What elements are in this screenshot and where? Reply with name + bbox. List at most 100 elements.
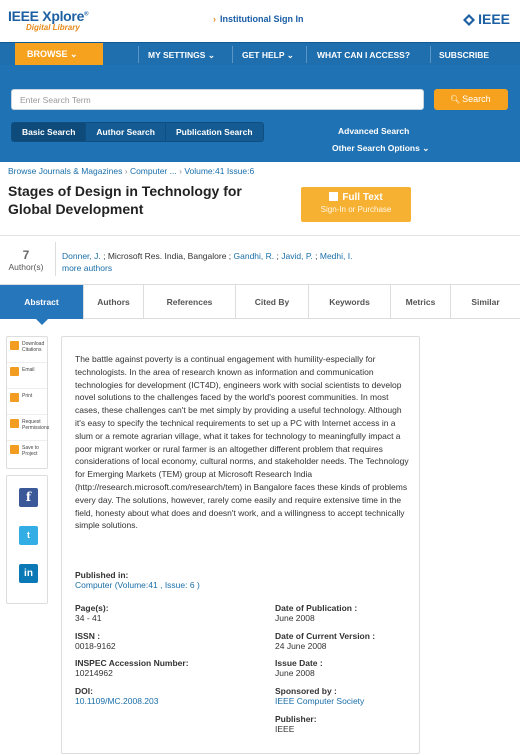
publisher-value: IEEE (275, 724, 295, 734)
author-separator: ; (312, 251, 320, 261)
logo-main-text: IEEE Xplore (8, 8, 85, 24)
author-link[interactable]: Medhi, I. (320, 251, 353, 261)
doi-label: DOI: (75, 686, 93, 696)
search-button[interactable]: 🔍︎ Search (434, 89, 508, 110)
volume-link[interactable]: (Volume:41 , (115, 580, 163, 590)
nav-my-settings[interactable]: MY SETTINGS ⌄ (148, 50, 215, 61)
sponsor-link[interactable]: IEEE Computer Society (275, 696, 364, 706)
date-current-version-value: 24 June 2008 (275, 641, 327, 651)
full-text-label: Full Text (342, 192, 383, 203)
facebook-icon[interactable]: f (19, 488, 38, 507)
more-authors-link[interactable]: more authors (62, 263, 112, 273)
tab-authors[interactable]: Authors (84, 285, 144, 319)
email-button[interactable]: Email (7, 363, 47, 389)
print-button[interactable]: Print (7, 389, 47, 415)
breadcrumb-separator: › (124, 166, 128, 176)
pages-value: 34 - 41 (75, 613, 102, 623)
social-share: f t in (6, 475, 48, 604)
tab-basic-search[interactable]: Basic Search (12, 123, 87, 141)
breadcrumb: Browse Journals & Magazines › Computer .… (8, 166, 254, 176)
author-count: 7 Author(s) (6, 248, 46, 272)
authors-bar: 7 Author(s) Donner, J. ; Microsoft Res. … (0, 235, 520, 277)
doi-field: DOI: 10.1109/MC.2008.203 (75, 686, 159, 706)
main-nav: BROWSE ⌄ MY SETTINGS ⌄ GET HELP ⌄ WHAT C… (0, 42, 520, 66)
sponsor-label: Sponsored by : (275, 686, 337, 696)
tool-label: Save to Project (22, 445, 39, 457)
permissions-icon (10, 419, 19, 428)
advanced-search-link[interactable]: Advanced Search (338, 126, 409, 136)
breadcrumb-browse-journals[interactable]: Browse Journals & Magazines (8, 166, 122, 176)
tab-references[interactable]: References (144, 285, 236, 319)
linkedin-icon[interactable]: in (19, 564, 38, 583)
inspec-field: INSPEC Accession Number: 10214962 (75, 658, 189, 678)
tab-keywords[interactable]: Keywords (309, 285, 391, 319)
tool-label: Download Citations (22, 341, 45, 353)
date-current-version-field: Date of Current Version : 24 June 2008 (275, 631, 375, 651)
pages-label: Page(s): (75, 603, 109, 613)
issn-label: ISSN : (75, 631, 101, 641)
ieee-brand-text: IEEE (478, 11, 510, 27)
inspec-label: INSPEC Accession Number: (75, 658, 189, 668)
pages-field: Page(s): 34 - 41 (75, 603, 109, 623)
author-link[interactable]: Donner, J. (62, 251, 101, 261)
breadcrumb-journal[interactable]: Computer ... (130, 166, 177, 176)
logo-subtitle: Digital Library (26, 23, 80, 32)
author-link[interactable]: Javid, P. (281, 251, 313, 261)
tab-cited-by[interactable]: Cited By (236, 285, 309, 319)
tab-publication-search[interactable]: Publication Search (165, 123, 263, 141)
tab-author-search[interactable]: Author Search (86, 123, 166, 141)
nav-divider (138, 46, 139, 63)
institutional-signin-link[interactable]: › Institutional Sign In (213, 14, 304, 24)
issn-value: 0018-9162 (75, 641, 116, 651)
abstract-panel: The battle against poverty is a continua… (61, 336, 420, 754)
twitter-icon[interactable]: t (19, 526, 38, 545)
save-to-project-button[interactable]: Save to Project (7, 441, 47, 467)
search-button-label: Search (462, 94, 491, 104)
search-type-tabs: Basic Search Author Search Publication S… (11, 122, 264, 142)
publisher-field: Publisher: IEEE (275, 714, 317, 734)
nav-what-can-i-access[interactable]: WHAT CAN I ACCESS? (317, 50, 410, 60)
download-citations-button[interactable]: Download Citations (7, 337, 47, 363)
request-permissions-button[interactable]: Request Permissions (7, 415, 49, 441)
nav-get-help[interactable]: GET HELP ⌄ (242, 50, 294, 61)
ieee-xplore-logo[interactable]: IEEE Xplore® Digital Library (8, 8, 88, 32)
breadcrumb-issue[interactable]: Volume:41 Issue:6 (184, 166, 254, 176)
other-search-options-link[interactable]: Other Search Options ⌄ (332, 143, 429, 154)
tab-abstract[interactable]: Abstract (0, 285, 84, 325)
article-title: Stages of Design in Technology for Globa… (8, 183, 242, 217)
ieee-logo[interactable]: IEEE (463, 11, 510, 27)
save-icon (10, 445, 19, 454)
nav-divider (430, 46, 431, 63)
tool-label: Email (22, 367, 35, 373)
tab-similar[interactable]: Similar (451, 285, 520, 319)
breadcrumb-separator: › (179, 166, 182, 176)
issue-link[interactable]: Issue: 6 ) (165, 580, 200, 590)
search-input[interactable]: Enter Search Term (11, 89, 424, 110)
logo-registered-mark: ® (84, 11, 89, 18)
issn-field: ISSN : 0018-9162 (75, 631, 116, 651)
issue-date-value: June 2008 (275, 668, 315, 678)
tab-metrics[interactable]: Metrics (391, 285, 451, 319)
author-link[interactable]: Gandhi, R. (234, 251, 275, 261)
nav-divider (306, 46, 307, 63)
nav-browse[interactable]: BROWSE ⌄ (15, 43, 103, 66)
journal-link[interactable]: Computer (75, 580, 112, 590)
chevron-right-icon: › (213, 14, 216, 24)
sign-in-or-purchase-label: Sign-In or Purchase (320, 205, 392, 214)
document-icon (329, 192, 339, 201)
sponsor-field: Sponsored by : IEEE Computer Society (275, 686, 364, 706)
site-header: IEEE Xplore® Digital Library › Institutio… (0, 0, 520, 42)
author-list: Donner, J. ; Microsoft Res. India, Banga… (62, 250, 512, 274)
doi-link[interactable]: 10.1109/MC.2008.203 (75, 696, 159, 706)
search-panel: Enter Search Term 🔍︎ Search Basic Search … (0, 65, 520, 162)
issue-date-field: Issue Date : June 2008 (275, 658, 323, 678)
published-in-label: Published in: (75, 570, 129, 580)
full-text-button[interactable]: Full Text Sign-In or Purchase (301, 187, 411, 222)
article-tabs: Abstract Authors References Cited By Key… (0, 284, 520, 325)
tool-label: Print (22, 393, 33, 399)
date-of-publication-field: Date of Publication : June 2008 (275, 603, 357, 623)
print-icon (10, 393, 19, 402)
nav-subscribe[interactable]: SUBSCRIBE (439, 50, 489, 60)
download-icon (10, 341, 19, 350)
published-in: Published in: Computer (Volume:41 , Issu… (75, 570, 200, 590)
